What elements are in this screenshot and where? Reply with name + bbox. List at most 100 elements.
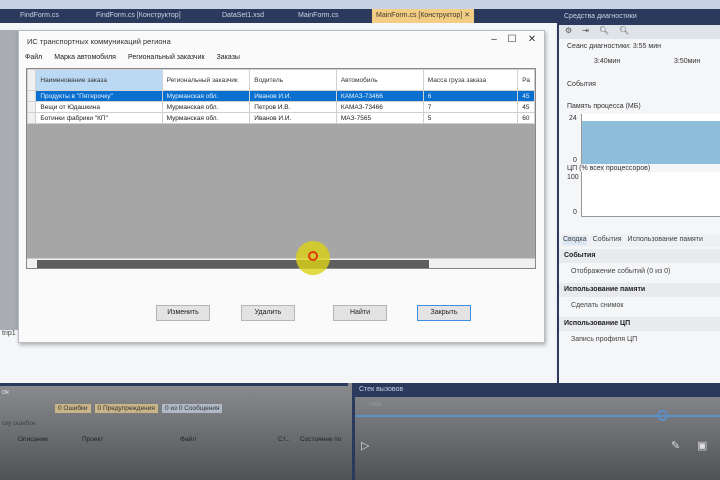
memory-area — [582, 121, 720, 164]
section-header: События — [559, 249, 720, 263]
row-header[interactable] — [27, 112, 37, 124]
cell[interactable]: Вещи от Юдашкина — [35, 101, 163, 113]
panel-title: Стек вызовов — [355, 383, 720, 397]
window-title: ИС транспортных коммуникаций региона — [27, 37, 171, 46]
error-filter-toolbar: 0 Ошибки 0 Предупреждения 0 из 0 Сообщен… — [55, 404, 223, 413]
main-form-window: ИС транспортных коммуникаций региона – ☐… — [18, 30, 545, 343]
row-header[interactable] — [27, 90, 37, 102]
column-header[interactable]: Состояние по — [300, 436, 341, 443]
take-snapshot-button[interactable]: Сделать снимок — [571, 302, 623, 309]
show-events-link[interactable]: Отображение событий (0 из 0) — [571, 268, 670, 275]
row-header-corner — [27, 69, 37, 91]
seek-handle[interactable] — [657, 410, 668, 421]
time-tick: 3:40мин — [594, 58, 621, 65]
maximize-button[interactable]: ☐ — [503, 34, 521, 48]
column-header[interactable]: Региональный заказчик — [161, 69, 251, 91]
cell[interactable]: 45 — [517, 101, 535, 113]
column-header[interactable]: Описание — [18, 436, 48, 443]
column-header[interactable]: Водитель — [249, 69, 337, 91]
bottom-panels: ок 0 Ошибки 0 Предупреждения 0 из 0 Сооб… — [0, 383, 720, 480]
section-header: Использование памяти — [559, 283, 720, 297]
horizontal-scrollbar[interactable] — [27, 258, 535, 268]
play-icon[interactable]: ▷ — [361, 439, 369, 452]
column-header[interactable]: Имя — [369, 401, 382, 408]
time-tick: 3:50мин — [674, 58, 701, 65]
table-row[interactable]: Вещи от Юдашкина Мурманская обл. Петров … — [27, 101, 535, 113]
tab-mainform-designer[interactable]: MainForm.cs [Конструктор] ✕ — [372, 9, 475, 23]
zoom-in-icon[interactable]: 🔍︎ — [599, 26, 609, 38]
edit-button[interactable]: Изменить — [156, 305, 210, 321]
section-header: Использование ЦП — [559, 317, 720, 331]
cell[interactable]: Иванов И.И. — [249, 90, 337, 102]
cell[interactable]: Ботинки фабрики "КП" — [35, 112, 163, 124]
events-section-label[interactable]: События — [567, 81, 596, 88]
messages-filter[interactable]: 0 из 0 Сообщения — [161, 404, 223, 413]
table-row[interactable]: Ботинки фабрики "КП" Мурманская обл. Ива… — [27, 112, 535, 124]
memory-section-label[interactable]: Память процесса (МБ) — [567, 103, 641, 110]
mouse-cursor-icon — [308, 251, 318, 261]
column-header[interactable]: Файл — [180, 436, 196, 443]
cell[interactable]: МАЗ-7565 — [335, 112, 424, 124]
title-bar — [0, 0, 720, 9]
cell[interactable]: Мурманская обл. — [161, 90, 251, 102]
table-row[interactable]: Продукты в "Пятерочку" Мурманская обл. И… — [27, 90, 535, 102]
minimize-button[interactable]: – — [485, 34, 503, 48]
fullscreen-icon[interactable]: ▣ — [697, 439, 707, 452]
cpu-axis-min: 0 — [573, 209, 577, 216]
record-cpu-profile-button[interactable]: Запись профиля ЦП — [571, 336, 637, 343]
scrollbar-thumb[interactable] — [37, 260, 429, 268]
memory-axis-min: 0 — [573, 157, 577, 164]
pencil-icon[interactable]: ✎ — [671, 439, 680, 452]
memory-axis-max: 24 — [569, 115, 577, 122]
cell[interactable]: 7 — [422, 101, 519, 113]
column-header[interactable]: Ст... — [278, 436, 290, 443]
column-header[interactable]: Масса груза заказа — [422, 69, 519, 91]
tab-label: MainForm.cs [Конструктор] — [376, 12, 463, 19]
cell[interactable]: Мурманская обл. — [161, 112, 251, 124]
row-header[interactable] — [27, 101, 37, 113]
tab-findform-designer[interactable]: FindForm.cs [Конструктор] — [92, 9, 185, 23]
diagnostics-toolbar: ⚙ ⇥ 🔍︎ 🔍︎ — [559, 25, 720, 39]
cell[interactable]: Петров И.В. — [249, 101, 337, 113]
delete-button[interactable]: Удалить — [241, 305, 295, 321]
column-header[interactable]: Наименование заказа — [35, 69, 163, 91]
error-list-panel: ок 0 Ошибки 0 Предупреждения 0 из 0 Сооб… — [0, 383, 348, 480]
cell[interactable]: 5 — [422, 112, 519, 124]
close-button[interactable]: ✕ — [523, 34, 541, 48]
component-tray-item[interactable]: trip1 — [2, 330, 16, 337]
close-tab-icon[interactable]: ✕ — [464, 12, 470, 19]
find-button[interactable]: Найти — [333, 305, 387, 321]
tab-dataset1[interactable]: DataSet1.xsd — [218, 9, 268, 23]
column-header[interactable]: Проект — [82, 436, 103, 443]
orders-grid[interactable]: Наименование заказа Региональный заказчи… — [26, 68, 536, 269]
column-header[interactable]: Ра — [517, 69, 535, 91]
menu-car-brand[interactable]: Марка автомобиля — [54, 54, 116, 61]
close-form-button[interactable]: Закрыть — [417, 305, 471, 321]
menu-orders[interactable]: Заказы — [217, 54, 240, 61]
cell[interactable]: 45 — [517, 90, 535, 102]
tab-mainform-cs[interactable]: MainForm.cs — [294, 9, 342, 23]
cell[interactable]: Иванов И.И. — [249, 112, 337, 124]
cell[interactable]: Мурманская обл. — [161, 101, 251, 113]
tab-summary[interactable]: Сводка — [563, 236, 587, 245]
warnings-filter[interactable]: 0 Предупреждения — [94, 404, 158, 413]
error-search-input[interactable]: ску ошибок — [2, 420, 36, 427]
tab-memory-usage[interactable]: Использование памяти — [628, 236, 703, 245]
cell[interactable]: 6 — [422, 90, 519, 102]
tab-findform-cs[interactable]: FindForm.cs — [16, 9, 63, 23]
zoom-out-icon[interactable]: 🔍︎ — [619, 26, 629, 38]
errors-filter[interactable]: 0 Ошибки — [55, 404, 91, 413]
cell[interactable]: КАМАЗ-73466 — [335, 101, 424, 113]
menu-regional-customer[interactable]: Региональный заказчик — [128, 54, 205, 61]
cell[interactable]: Продукты в "Пятерочку" — [35, 90, 163, 102]
gear-icon[interactable]: ⚙ — [565, 26, 572, 38]
column-header[interactable]: Автомобиль — [335, 69, 424, 91]
cell[interactable]: КАМАЗ-73466 — [335, 90, 424, 102]
select-tool-icon[interactable]: ⇥ — [582, 26, 589, 38]
tab-events[interactable]: События — [593, 236, 622, 245]
menu-file[interactable]: Файл — [25, 54, 42, 61]
cell[interactable]: 60 — [517, 112, 535, 124]
cpu-section-label[interactable]: ЦП (% всех процессоров) — [567, 165, 650, 172]
cpu-chart — [581, 172, 720, 217]
cpu-axis-max: 100 — [567, 174, 579, 181]
